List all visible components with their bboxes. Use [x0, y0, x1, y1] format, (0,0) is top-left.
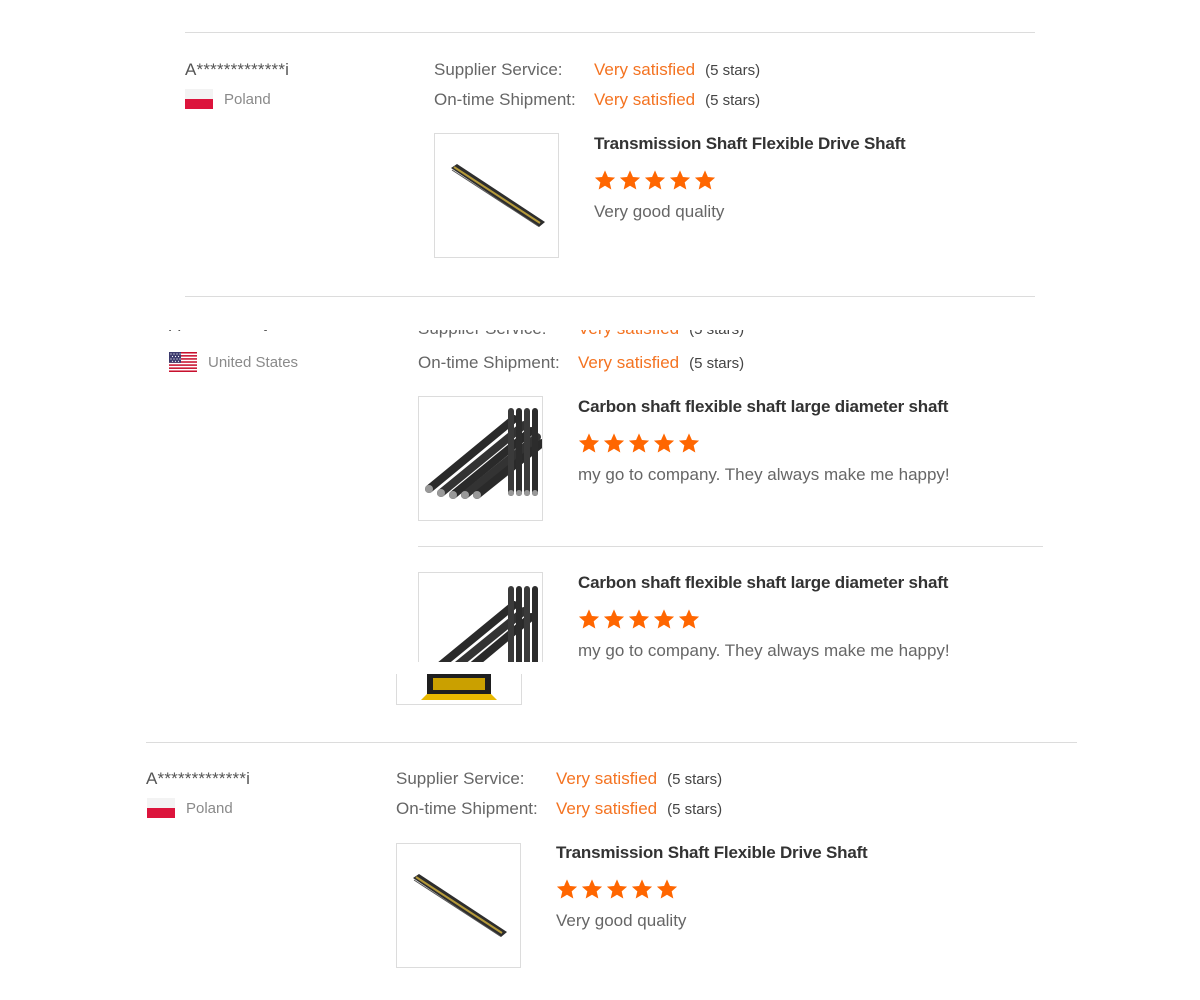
- star-icon: [603, 609, 625, 629]
- shipment-label: On-time Shipment:: [396, 799, 538, 818]
- star-icon: [678, 609, 700, 629]
- rating-stars: [578, 432, 703, 454]
- shipment-stars: (5 stars): [689, 355, 745, 372]
- shaft-image: [413, 874, 507, 937]
- shipment-row: On-time Shipment: Very satisfied (5 star…: [434, 90, 760, 110]
- poland-flag-icon: [185, 89, 213, 109]
- reviewer-name: A*************i: [185, 60, 290, 79]
- product-title[interactable]: Carbon shaft flexible shaft large diamet…: [578, 573, 948, 593]
- rating-stars: [578, 608, 703, 630]
- star-icon: [628, 609, 650, 629]
- shipment-stars: (5 stars): [705, 92, 761, 109]
- star-icon: [694, 170, 716, 190]
- shipment-row: On-time Shipment: Very satisfied (5 star…: [418, 353, 744, 373]
- supplier-service-stars: (5 stars): [705, 62, 761, 79]
- shipment-value: Very satisfied: [594, 90, 696, 109]
- star-icon: [653, 609, 675, 629]
- shipment-stars: (5 stars): [667, 801, 723, 818]
- reviewer-country: Poland: [185, 89, 271, 109]
- shipment-value: Very satisfied: [556, 799, 658, 818]
- country-label: Poland: [224, 90, 271, 108]
- reviewer-country: Poland: [147, 798, 233, 818]
- supplier-service-row: Supplier Service: Very satisfied (5 star…: [396, 769, 722, 789]
- star-icon: [603, 433, 625, 453]
- reviewer-name: A*************i: [146, 769, 251, 788]
- clipped-reviewer-name: A************t: [169, 330, 289, 336]
- product-title[interactable]: Transmission Shaft Flexible Drive Shaft: [556, 843, 868, 863]
- product-thumbnail[interactable]: [418, 396, 543, 521]
- product-thumbnail[interactable]: [418, 572, 543, 662]
- star-icon: [594, 170, 616, 190]
- star-icon: [556, 879, 578, 899]
- product-thumbnail[interactable]: [434, 133, 559, 258]
- star-icon: [653, 433, 675, 453]
- shaft-image: [451, 164, 545, 227]
- review-comment: my go to company. They always make me ha…: [578, 641, 950, 660]
- supplier-service-value: Very satisfied: [556, 769, 658, 788]
- star-icon: [628, 433, 650, 453]
- product-thumbnail[interactable]: [396, 843, 521, 968]
- star-icon: [578, 433, 600, 453]
- divider: [185, 32, 1035, 33]
- product-title[interactable]: Carbon shaft flexible shaft large diamet…: [578, 397, 948, 417]
- rating-stars: [556, 878, 681, 900]
- star-icon: [619, 170, 641, 190]
- us-flag-icon: [169, 352, 197, 372]
- shipment-row: On-time Shipment: Very satisfied (5 star…: [396, 799, 722, 819]
- divider: [146, 742, 1077, 743]
- review-comment: my go to company. They always make me ha…: [578, 465, 950, 484]
- machine-image: [421, 674, 497, 700]
- rating-stars: [594, 169, 719, 191]
- supplier-service-label: Supplier Service:: [434, 60, 563, 79]
- star-icon: [581, 879, 603, 899]
- supplier-service-value: Very satisfied: [594, 60, 696, 79]
- star-icon: [631, 879, 653, 899]
- shipment-label: On-time Shipment:: [434, 90, 576, 109]
- review-comment: Very good quality: [556, 911, 687, 930]
- star-icon: [678, 433, 700, 453]
- star-icon: [606, 879, 628, 899]
- product-title[interactable]: Transmission Shaft Flexible Drive Shaft: [594, 134, 906, 154]
- star-icon: [669, 170, 691, 190]
- divider: [185, 296, 1035, 297]
- shipment-value: Very satisfied: [578, 353, 680, 372]
- carbon-shaft-image: [425, 408, 542, 499]
- star-icon: [644, 170, 666, 190]
- poland-flag-icon: [147, 798, 175, 818]
- reviewer-country: United States: [169, 352, 298, 372]
- shipment-label: On-time Shipment:: [418, 353, 560, 372]
- clipped-supplier-service-row: Supplier Service: Very satisfied (5 star…: [418, 330, 778, 340]
- divider: [418, 546, 1043, 547]
- star-icon: [656, 879, 678, 899]
- supplier-service-label: Supplier Service:: [396, 769, 525, 788]
- country-label: United States: [208, 353, 299, 371]
- country-label: Poland: [186, 799, 233, 817]
- supplier-service-row: Supplier Service: Very satisfied (5 star…: [434, 60, 760, 80]
- star-icon: [578, 609, 600, 629]
- carbon-shaft-image: [438, 586, 538, 662]
- review-comment: Very good quality: [594, 202, 725, 221]
- supplier-service-stars: (5 stars): [667, 771, 723, 788]
- partial-product-thumbnail: [396, 674, 522, 705]
